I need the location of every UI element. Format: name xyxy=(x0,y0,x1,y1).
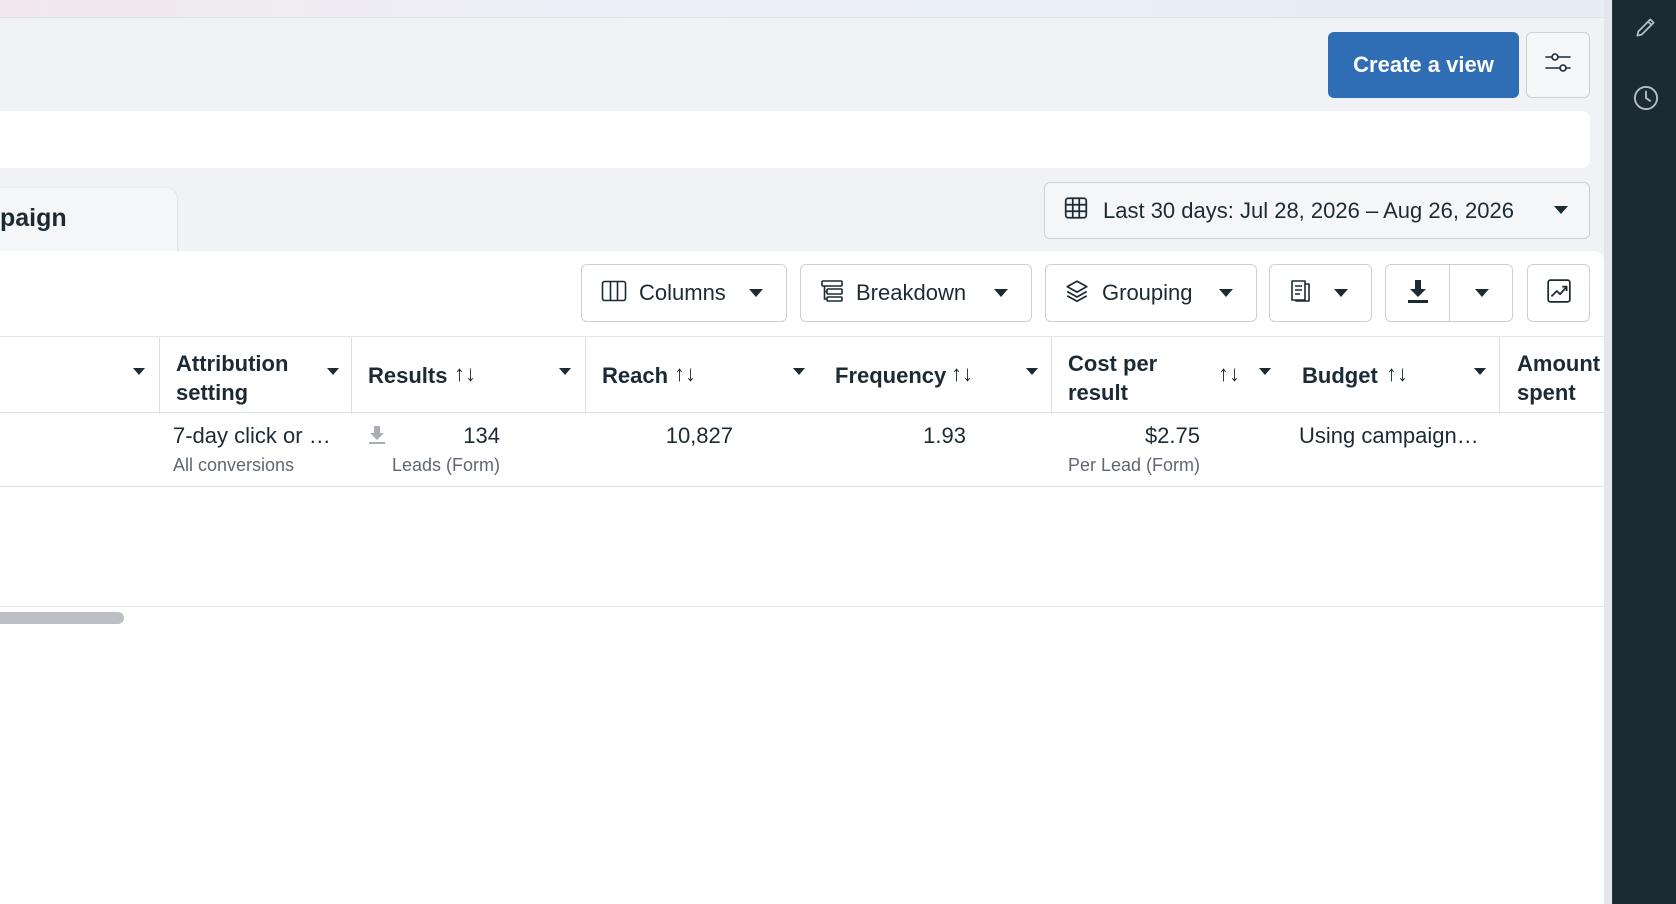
cell-results: 134 xyxy=(463,423,500,448)
columns-icon xyxy=(601,279,627,308)
header-results-label: Results xyxy=(368,363,448,388)
horizontal-scrollbar[interactable] xyxy=(0,612,124,624)
cell-attribution: 7-day click or … xyxy=(173,423,331,448)
reports-button[interactable] xyxy=(1269,264,1372,322)
date-range-picker[interactable]: Last 30 days: Jul 28, 2026 – Aug 26, 202… xyxy=(1044,182,1590,239)
cell-budget: Using campaign… xyxy=(1299,423,1479,448)
header-attribution-line2: setting xyxy=(176,380,249,405)
clock-icon[interactable] xyxy=(1632,84,1660,112)
column-header-results[interactable]: Results ↑↓ xyxy=(352,337,586,414)
sort-icon[interactable]: ↑↓ xyxy=(674,361,696,387)
cell-reach: 10,827 xyxy=(665,423,733,448)
sort-icon[interactable]: ↑↓ xyxy=(1218,361,1240,387)
header-amount-line1: Amount xyxy=(1517,351,1601,376)
export-options-button[interactable] xyxy=(1450,265,1513,321)
rail-gap xyxy=(1604,0,1612,904)
scrollbar-track xyxy=(0,606,1604,607)
tab-campaigns-label: paign xyxy=(0,204,67,232)
download-icon[interactable] xyxy=(368,425,386,450)
sliders-icon xyxy=(1544,51,1572,80)
charts-button[interactable] xyxy=(1527,264,1590,322)
chevron-down-icon xyxy=(748,288,764,298)
sort-icon[interactable]: ↑↓ xyxy=(951,361,973,387)
column-header-cost-per-result[interactable]: Cost per result ↑↓ xyxy=(1052,337,1285,414)
breakdown-button[interactable]: Breakdown xyxy=(800,264,1032,322)
column-header-budget[interactable]: Budget ↑↓ xyxy=(1285,337,1500,414)
column-header-amount-spent[interactable]: Amount spent xyxy=(1500,337,1604,414)
reports-icon xyxy=(1289,278,1315,309)
table-row[interactable]: 7-day click or … All conversions 134 Lea… xyxy=(0,413,1604,487)
layers-icon xyxy=(1064,278,1090,309)
header-cost-line2: result xyxy=(1068,380,1128,405)
chevron-down-icon xyxy=(1553,205,1569,215)
chevron-down-icon xyxy=(1474,288,1490,298)
chevron-down-icon[interactable] xyxy=(1473,367,1487,376)
column-header-frequency[interactable]: Frequency ↑↓ xyxy=(819,337,1052,414)
chevron-down-icon xyxy=(1218,288,1234,298)
grouping-button[interactable]: Grouping xyxy=(1045,264,1257,322)
chevron-down-icon[interactable] xyxy=(132,367,146,376)
table-header: Attribution setting Results ↑↓ Reach ↑↓ … xyxy=(0,336,1604,414)
trend-chart-icon xyxy=(1546,278,1572,309)
column-header-attribution[interactable]: Attribution setting xyxy=(160,337,352,414)
breakdown-label: Breakdown xyxy=(856,280,967,305)
view-settings-button[interactable] xyxy=(1526,32,1590,98)
cell-cost-sub: Per Lead (Form) xyxy=(1067,455,1200,475)
calendar-table-icon xyxy=(1063,195,1089,226)
cell-results-sub: Leads (Form) xyxy=(391,455,500,475)
pencil-icon[interactable] xyxy=(1632,13,1660,41)
chevron-down-icon[interactable] xyxy=(326,367,340,376)
column-header-reach[interactable]: Reach ↑↓ xyxy=(586,337,819,414)
header-cost-line1: Cost per xyxy=(1068,351,1158,376)
create-view-button[interactable]: Create a view xyxy=(1328,32,1519,98)
breakdown-icon xyxy=(820,279,844,308)
chevron-down-icon xyxy=(993,288,1009,298)
download-icon xyxy=(1406,278,1430,309)
date-range-label: Last 30 days: Jul 28, 2026 – Aug 26, 202… xyxy=(1103,197,1514,223)
header-budget-label: Budget xyxy=(1302,363,1378,388)
tab-campaigns[interactable]: paign xyxy=(0,188,178,254)
chevron-down-icon[interactable] xyxy=(1258,367,1272,376)
grouping-label: Grouping xyxy=(1102,280,1193,305)
chevron-down-icon xyxy=(1333,288,1349,298)
sort-icon[interactable]: ↑↓ xyxy=(1386,361,1408,387)
columns-label: Columns xyxy=(639,280,726,305)
cell-attribution-sub: All conversions xyxy=(173,455,295,475)
export-button-group xyxy=(1385,264,1513,322)
chevron-down-icon[interactable] xyxy=(558,367,572,376)
export-button[interactable] xyxy=(1386,265,1450,321)
right-rail xyxy=(1612,0,1676,904)
header-amount-line2: spent xyxy=(1517,380,1576,405)
chevron-down-icon[interactable] xyxy=(1025,367,1039,376)
header-reach-label: Reach xyxy=(602,363,669,388)
cell-cost-per-result: $2.75 xyxy=(1144,423,1200,448)
top-strip xyxy=(0,0,1612,18)
header-frequency-label: Frequency xyxy=(835,363,947,388)
sort-icon[interactable]: ↑↓ xyxy=(454,361,476,387)
column-header-name[interactable] xyxy=(0,337,160,414)
search-bar[interactable] xyxy=(0,111,1590,168)
columns-button[interactable]: Columns xyxy=(581,264,787,322)
header-attribution-line1: Attribution xyxy=(176,351,289,376)
cell-frequency: 1.93 xyxy=(923,423,966,448)
chevron-down-icon[interactable] xyxy=(792,367,806,376)
